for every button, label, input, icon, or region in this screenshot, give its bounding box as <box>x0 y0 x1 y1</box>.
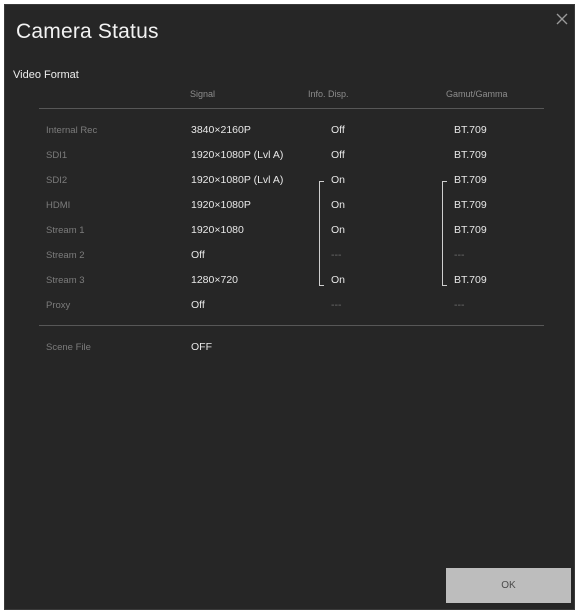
gamut-gamma-value: --- <box>454 249 465 261</box>
gamut-gamma-value: BT.709 <box>454 224 487 236</box>
info-disp-value: On <box>331 199 346 211</box>
signal-value: 1920×1080 <box>191 224 244 236</box>
info-disp-value: Off <box>331 149 345 161</box>
table-row: Stream 1 1920×1080 On BT.709 <box>5 224 574 249</box>
signal-value: 1280×720 <box>191 274 239 286</box>
table-row: Stream 3 1280×720 On BT.709 <box>5 274 574 299</box>
info-disp-value: On <box>331 274 346 286</box>
column-header-signal: Signal <box>190 89 216 99</box>
signal-value: 1920×1080P (Lvl A) <box>191 149 284 161</box>
table-row: Internal Rec 3840×2160P Off BT.709 <box>5 124 574 149</box>
section-divider <box>39 325 544 326</box>
gamut-gamma-value: --- <box>454 299 465 311</box>
info-disp-value: On <box>331 174 346 186</box>
column-header-info-disp: Info. Disp. <box>308 89 349 99</box>
section-title-video-format: Video Format <box>13 69 79 81</box>
gamut-gamma-value: BT.709 <box>454 274 487 286</box>
row-label: SDI2 <box>46 175 68 186</box>
table-row: Stream 2 Off --- --- <box>5 249 574 274</box>
table-row: HDMI 1920×1080P On BT.709 <box>5 199 574 224</box>
scene-file-row: Scene File OFF <box>5 341 574 366</box>
column-header-gamut-gamma: Gamut/Gamma <box>446 89 508 99</box>
table-row: SDI2 1920×1080P (Lvl A) On BT.709 <box>5 174 574 199</box>
header-divider <box>39 108 544 109</box>
row-label: Proxy <box>46 300 71 311</box>
row-label: Stream 2 <box>46 250 85 261</box>
scene-file-label: Scene File <box>46 342 91 353</box>
gamut-gamma-group-bracket <box>442 181 447 286</box>
gamut-gamma-value: BT.709 <box>454 199 487 211</box>
gamut-gamma-value: BT.709 <box>454 174 487 186</box>
signal-value: 3840×2160P <box>191 124 251 136</box>
info-disp-value: On <box>331 224 346 236</box>
info-disp-value: Off <box>331 124 345 136</box>
dialog-title: Camera Status <box>16 20 159 43</box>
row-label: Internal Rec <box>46 125 98 136</box>
info-disp-value: --- <box>331 299 342 311</box>
signal-value: Off <box>191 299 205 311</box>
info-disp-value: --- <box>331 249 342 261</box>
gamut-gamma-value: BT.709 <box>454 149 487 161</box>
row-label: HDMI <box>46 200 71 211</box>
table-row: Proxy Off --- --- <box>5 299 574 324</box>
row-label: SDI1 <box>46 150 68 161</box>
info-disp-group-bracket <box>319 181 324 286</box>
signal-value: Off <box>191 249 205 261</box>
scene-file-value: OFF <box>191 341 212 353</box>
signal-value: 1920×1080P (Lvl A) <box>191 174 284 186</box>
table-row: SDI1 1920×1080P (Lvl A) Off BT.709 <box>5 149 574 174</box>
row-label: Stream 3 <box>46 275 85 286</box>
camera-status-dialog: Camera Status Video Format Signal Info. … <box>4 4 575 610</box>
row-label: Stream 1 <box>46 225 85 236</box>
gamut-gamma-value: BT.709 <box>454 124 487 136</box>
close-icon[interactable] <box>554 11 570 27</box>
signal-value: 1920×1080P <box>191 199 251 211</box>
ok-button[interactable]: OK <box>446 568 571 603</box>
